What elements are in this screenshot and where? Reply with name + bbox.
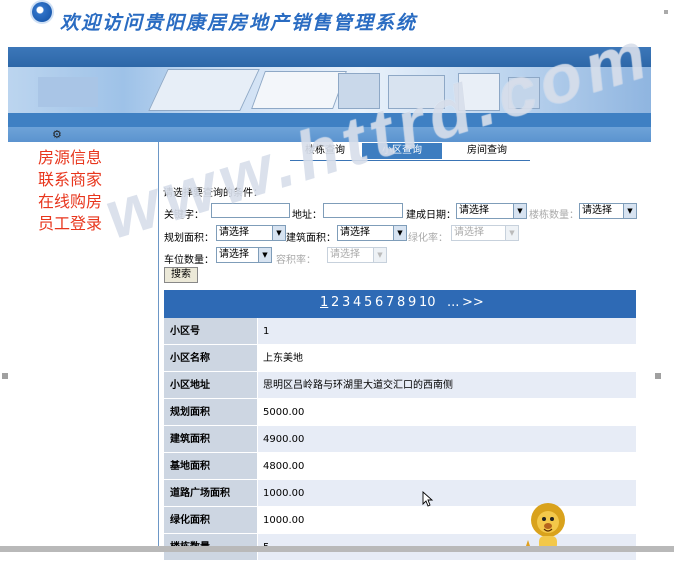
row-value: 思明区吕岭路与环湖里大道交汇口的西南侧 bbox=[258, 372, 636, 399]
row-label: 基地面积 bbox=[164, 453, 258, 480]
build-area-value: 请选择 bbox=[340, 227, 370, 238]
volume-rate-select[interactable]: 请选择 ▼ bbox=[327, 247, 387, 263]
page-link-1[interactable]: 1 bbox=[320, 295, 328, 310]
menu-item-contact[interactable]: 联系商家 bbox=[38, 166, 102, 190]
volume-rate-label: 容积率： bbox=[276, 255, 316, 266]
chevron-down-icon: ▼ bbox=[513, 204, 526, 218]
row-value: 1000.00 bbox=[258, 507, 636, 534]
row-value: 5000.00 bbox=[258, 399, 636, 426]
parking-label: 车位数量： bbox=[164, 255, 214, 266]
bottom-scrollbar[interactable] bbox=[0, 546, 674, 552]
page-link-6[interactable]: 6 bbox=[375, 295, 383, 310]
chevron-down-icon: ▼ bbox=[623, 204, 636, 218]
row-value: 4900.00 bbox=[258, 426, 636, 453]
building-count-label: 楼栋数量： bbox=[529, 210, 579, 221]
chevron-down-icon: ▼ bbox=[258, 248, 271, 262]
search-button[interactable]: 搜索 bbox=[164, 267, 198, 283]
green-rate-value: 请选择 bbox=[454, 227, 484, 238]
page-next[interactable]: >> bbox=[462, 295, 484, 310]
row-value: 上东美地 bbox=[258, 345, 636, 372]
build-date-label: 建成日期： bbox=[406, 210, 456, 221]
chevron-down-icon: ▼ bbox=[393, 226, 406, 240]
row-label: 建筑面积 bbox=[164, 426, 258, 453]
parking-select[interactable]: 请选择 ▼ bbox=[216, 247, 272, 263]
right-resize-handle[interactable] bbox=[655, 373, 661, 379]
row-value: 4800.00 bbox=[258, 453, 636, 480]
page-link-5[interactable]: 5 bbox=[364, 295, 372, 310]
page-link-7[interactable]: 7 bbox=[386, 295, 394, 310]
edge-marker bbox=[664, 10, 668, 14]
plan-area-value: 请选择 bbox=[219, 227, 249, 238]
row-value: 1 bbox=[258, 318, 636, 345]
table-row: 建筑面积 4900.00 bbox=[164, 426, 636, 453]
address-input[interactable] bbox=[323, 203, 403, 218]
table-row: 基地面积 4800.00 bbox=[164, 453, 636, 480]
build-date-select[interactable]: 请选择 ▼ bbox=[456, 203, 527, 219]
row-label: 道路广场面积 bbox=[164, 480, 258, 507]
row-label: 规划面积 bbox=[164, 399, 258, 426]
mouse-pointer-icon bbox=[422, 491, 434, 507]
gear-icon: ⚙ bbox=[52, 128, 62, 141]
lion-mascot-icon bbox=[524, 503, 565, 552]
page-link-10[interactable]: 10 bbox=[419, 295, 436, 310]
parking-value: 请选择 bbox=[219, 249, 249, 260]
page-more[interactable]: ... bbox=[447, 295, 459, 310]
table-row: 规划面积 5000.00 bbox=[164, 399, 636, 426]
chevron-down-icon: ▼ bbox=[272, 226, 285, 240]
menu-item-buy-online[interactable]: 在线购房 bbox=[38, 188, 102, 212]
page-link-9[interactable]: 9 bbox=[408, 295, 416, 310]
page-link-4[interactable]: 4 bbox=[353, 295, 361, 310]
table-row: 小区地址 思明区吕岭路与环湖里大道交汇口的西南侧 bbox=[164, 372, 636, 399]
green-rate-label: 绿化率： bbox=[408, 233, 448, 244]
logo-icon bbox=[32, 2, 52, 22]
table-row: 小区名称 上东美地 bbox=[164, 345, 636, 372]
row-label: 小区地址 bbox=[164, 372, 258, 399]
menu-item-staff-login[interactable]: 员工登录 bbox=[38, 210, 102, 234]
page-link-3[interactable]: 3 bbox=[342, 295, 350, 310]
pagination-bar: 1 2 3 4 5 6 7 8 9 10 ... >> bbox=[164, 290, 636, 318]
menu-item-listings[interactable]: 房源信息 bbox=[38, 144, 102, 168]
building-count-select[interactable]: 请选择 ▼ bbox=[579, 203, 637, 219]
table-row: 小区号 1 bbox=[164, 318, 636, 345]
plan-area-select[interactable]: 请选择 ▼ bbox=[216, 225, 286, 241]
row-label: 小区名称 bbox=[164, 345, 258, 372]
row-value: 1000.00 bbox=[258, 480, 636, 507]
page-link-8[interactable]: 8 bbox=[397, 295, 405, 310]
build-area-label: 建筑面积： bbox=[286, 233, 336, 244]
address-label: 地址： bbox=[292, 210, 322, 221]
build-date-value: 请选择 bbox=[459, 205, 489, 216]
chevron-down-icon: ▼ bbox=[505, 226, 518, 240]
chevron-down-icon: ▼ bbox=[373, 248, 386, 262]
build-area-select[interactable]: 请选择 ▼ bbox=[337, 225, 407, 241]
site-title: 欢迎访问贵阳康居房地产销售管理系统 bbox=[60, 12, 418, 34]
page-link-2[interactable]: 2 bbox=[331, 295, 339, 310]
volume-rate-value: 请选择 bbox=[330, 249, 360, 260]
row-label: 小区号 bbox=[164, 318, 258, 345]
row-label: 绿化面积 bbox=[164, 507, 258, 534]
building-count-value: 请选择 bbox=[582, 205, 612, 216]
green-rate-select[interactable]: 请选择 ▼ bbox=[451, 225, 519, 241]
